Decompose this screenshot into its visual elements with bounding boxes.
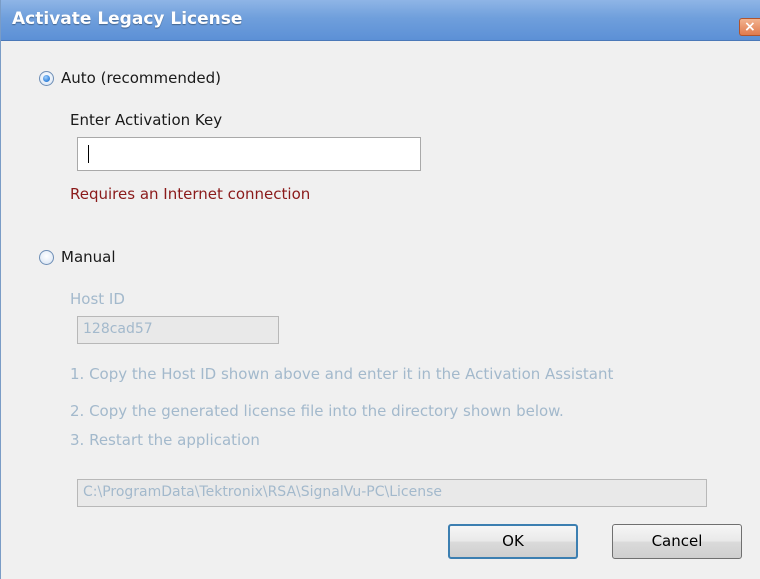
close-icon: × [744,19,756,35]
activate-license-dialog: Activate Legacy License × Auto (recommen… [0,0,760,579]
instruction-step-1: 1. Copy the Host ID shown above and ente… [70,365,614,383]
ok-button[interactable]: OK [448,524,578,559]
auto-radio-label[interactable]: Auto (recommended) [61,69,221,87]
host-id-field: 128cad57 [77,316,279,344]
license-directory-value: C:\ProgramData\Tektronix\RSA\SignalVu-PC… [83,484,443,500]
window-title: Activate Legacy License [12,9,243,29]
radio-selected-dot [43,75,50,82]
license-directory-field: C:\ProgramData\Tektronix\RSA\SignalVu-PC… [77,479,707,507]
title-bar: Activate Legacy License × [1,0,760,41]
internet-required-note: Requires an Internet connection [70,185,311,203]
instruction-step-3: 3. Restart the application [70,431,260,449]
cancel-button[interactable]: Cancel [612,524,742,559]
host-id-label: Host ID [70,290,125,308]
auto-radio-button[interactable] [39,71,54,86]
host-id-value: 128cad57 [83,321,153,337]
instruction-step-2: 2. Copy the generated license file into … [70,402,564,420]
activation-key-input[interactable] [77,137,421,171]
manual-radio-button[interactable] [39,250,54,265]
manual-radio-label[interactable]: Manual [61,248,116,266]
activation-key-label: Enter Activation Key [70,111,223,129]
close-button[interactable]: × [739,18,760,36]
text-caret [88,145,89,163]
